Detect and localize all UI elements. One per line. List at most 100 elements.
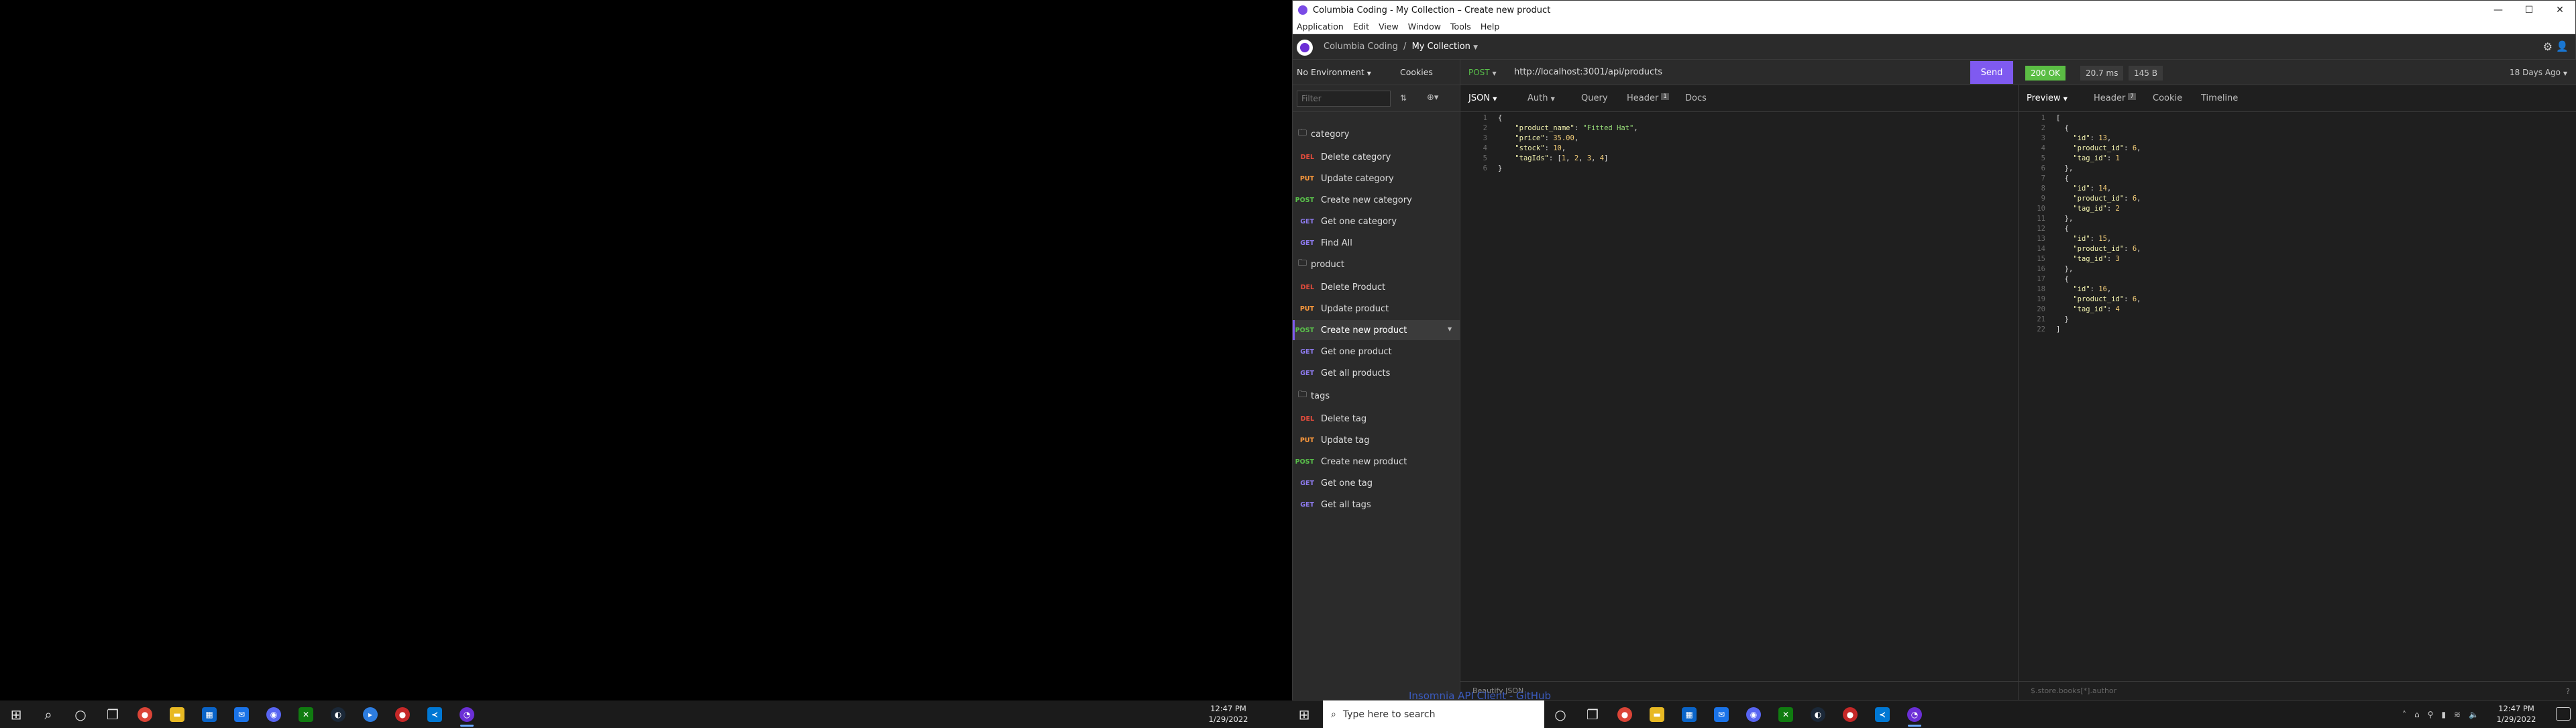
json-filter-input[interactable]: $.store.books[*].author — [2019, 681, 2576, 700]
url-input[interactable]: http://localhost:3001/api/products — [1514, 67, 1662, 77]
breadcrumb-org[interactable]: Columbia Coding — [1324, 42, 1398, 52]
tab-auth[interactable]: Auth ▼ — [1527, 93, 1555, 103]
breadcrumb[interactable]: Columbia Coding / My Collection ▼ — [1324, 42, 1478, 52]
wifi-icon[interactable]: ≋ — [2454, 710, 2461, 719]
request-create-new-product-tags[interactable]: POST Create new product — [1293, 452, 1460, 472]
request-create-category[interactable]: POST Create new category — [1293, 190, 1460, 210]
file-explorer-icon[interactable]: ▬ — [1641, 700, 1673, 728]
tab-query[interactable]: Query — [1581, 93, 1608, 103]
tab-cookie[interactable]: Cookie — [2153, 93, 2182, 103]
environment-selector[interactable]: No Environment ▼ — [1297, 67, 1371, 77]
insomnia-window: Columbia Coding - My Collection – Create… — [1292, 0, 2576, 700]
minimize-button[interactable]: — — [2483, 1, 2514, 19]
insomnia-logo-icon[interactable] — [1297, 40, 1313, 56]
app-blue-icon[interactable]: ▸ — [354, 700, 386, 728]
discord-icon[interactable]: ◉ — [258, 700, 290, 728]
xbox-icon[interactable]: ✕ — [1770, 700, 1802, 728]
right-clock[interactable]: 12:47 PM 1/29/2022 — [2486, 703, 2546, 725]
menu-application[interactable]: Application — [1297, 21, 1344, 32]
network-icon[interactable]: ⌂ — [2414, 710, 2420, 719]
insomnia-icon[interactable]: ◔ — [1898, 700, 1931, 728]
help-icon[interactable]: ? — [2566, 687, 2570, 696]
history-dropdown[interactable]: 18 Days Ago ▼ — [2510, 68, 2567, 77]
close-button[interactable]: ✕ — [2544, 1, 2575, 19]
gear-icon[interactable]: ⚙ — [2543, 40, 2553, 53]
folder-category[interactable]: 🗀 category — [1298, 125, 1349, 143]
request-delete-tag[interactable]: DEL Delete tag — [1293, 409, 1460, 429]
cortana-icon[interactable]: ○ — [1544, 700, 1576, 728]
taskbar-search-input[interactable]: ⌕ Type here to search — [1323, 700, 1544, 728]
send-button[interactable]: Send — [1970, 61, 2013, 84]
volume-icon[interactable]: 🔈 — [2469, 710, 2479, 719]
line-number: 4 — [1483, 144, 1487, 152]
mail-icon[interactable]: ✉ — [225, 700, 258, 728]
chrome-icon[interactable]: ● — [129, 700, 161, 728]
insomnia-icon[interactable]: ◔ — [451, 700, 483, 728]
mail-icon[interactable]: ✉ — [1705, 700, 1737, 728]
tab-header[interactable]: Header 1 — [1627, 93, 1669, 103]
xbox-icon[interactable]: ✕ — [290, 700, 322, 728]
menu-help[interactable]: Help — [1481, 21, 1500, 32]
chevron-up-icon[interactable]: ˄ — [2402, 710, 2406, 719]
app-red-icon[interactable]: ● — [1834, 700, 1866, 728]
usb-icon[interactable]: ⚲ — [2428, 710, 2434, 719]
account-icon[interactable]: 👤 — [2556, 40, 2569, 52]
menu-edit[interactable]: Edit — [1353, 21, 1369, 32]
store-icon[interactable]: ▦ — [1673, 700, 1705, 728]
line-number: 11 — [2037, 215, 2045, 223]
request-get-one-category[interactable]: GET Get one category — [1293, 211, 1460, 231]
app-red-icon[interactable]: ● — [386, 700, 419, 728]
store-icon[interactable]: ▦ — [193, 700, 225, 728]
cookies-button[interactable]: Cookies — [1400, 67, 1433, 77]
maximize-button[interactable]: ☐ — [2514, 1, 2544, 19]
notification-icon[interactable] — [2556, 707, 2571, 721]
request-update-product[interactable]: PUT Update product — [1293, 299, 1460, 319]
chrome-icon[interactable]: ● — [1609, 700, 1641, 728]
vscode-icon[interactable]: ≺ — [419, 700, 451, 728]
tab-preview[interactable]: Preview ▼ — [2027, 93, 2068, 103]
filter-input[interactable]: Filter — [1297, 91, 1391, 107]
caret-down-icon[interactable]: ▼ — [1448, 326, 1452, 332]
method-badge: PUT — [1299, 174, 1314, 183]
discord-icon[interactable]: ◉ — [1737, 700, 1770, 728]
request-create-new-product[interactable]: POST Create new product ▼ — [1293, 320, 1460, 340]
tab-timeline[interactable]: Timeline — [2201, 93, 2238, 103]
tab-body[interactable]: JSON ▼ — [1468, 93, 1497, 103]
line-number: 13 — [2037, 235, 2045, 243]
steam-icon[interactable]: ◐ — [322, 700, 354, 728]
file-explorer-icon[interactable]: ▬ — [161, 700, 193, 728]
vscode-icon[interactable]: ≺ — [1866, 700, 1898, 728]
request-update-category[interactable]: PUT Update category — [1293, 168, 1460, 189]
request-find-all[interactable]: GET Find All — [1293, 233, 1460, 253]
steam-icon[interactable]: ◐ — [1802, 700, 1834, 728]
chevron-down-icon[interactable]: ▼ — [1473, 44, 1478, 51]
request-get-one-product[interactable]: GET Get one product — [1293, 342, 1460, 362]
menu-view[interactable]: View — [1379, 21, 1399, 32]
task-view-icon[interactable]: ❐ — [97, 700, 129, 728]
folder-icon: 🗀 — [1298, 258, 1307, 268]
request-get-one-tag[interactable]: GET Get one tag — [1293, 473, 1460, 493]
code-line: ] — [2056, 325, 2061, 333]
add-dropdown-icon[interactable]: ⊕▾ — [1427, 93, 1438, 103]
left-clock[interactable]: 12:47 PM 1/29/2022 — [1198, 703, 1258, 725]
request-update-tag[interactable]: PUT Update tag — [1293, 430, 1460, 450]
cortana-icon[interactable]: ○ — [64, 700, 97, 728]
battery-icon[interactable]: ▮ — [2441, 710, 2446, 719]
request-delete-product[interactable]: DEL Delete Product — [1293, 277, 1460, 297]
request-get-all-tags[interactable]: GET Get all tags — [1293, 495, 1460, 515]
breadcrumb-collection[interactable]: My Collection — [1412, 42, 1470, 52]
task-view-icon[interactable]: ❐ — [1576, 700, 1609, 728]
folder-tags[interactable]: 🗀 tags — [1298, 387, 1330, 405]
sort-icon[interactable]: ⇅ — [1400, 93, 1407, 103]
windows-start-icon[interactable]: ⊞ — [1288, 700, 1320, 728]
menu-window[interactable]: Window — [1408, 21, 1441, 32]
windows-start-icon[interactable]: ⊞ — [0, 700, 32, 728]
menu-tools[interactable]: Tools — [1450, 21, 1471, 32]
search-icon[interactable]: ⌕ — [32, 700, 64, 728]
tab-docs[interactable]: Docs — [1685, 93, 1707, 103]
tab-response-header[interactable]: Header 7 — [2094, 93, 2136, 103]
folder-product[interactable]: 🗀 product — [1298, 256, 1344, 273]
method-selector[interactable]: POST ▼ — [1468, 68, 1497, 77]
request-get-all-products[interactable]: GET Get all products — [1293, 363, 1460, 383]
request-delete-category[interactable]: DEL Delete category — [1293, 147, 1460, 167]
